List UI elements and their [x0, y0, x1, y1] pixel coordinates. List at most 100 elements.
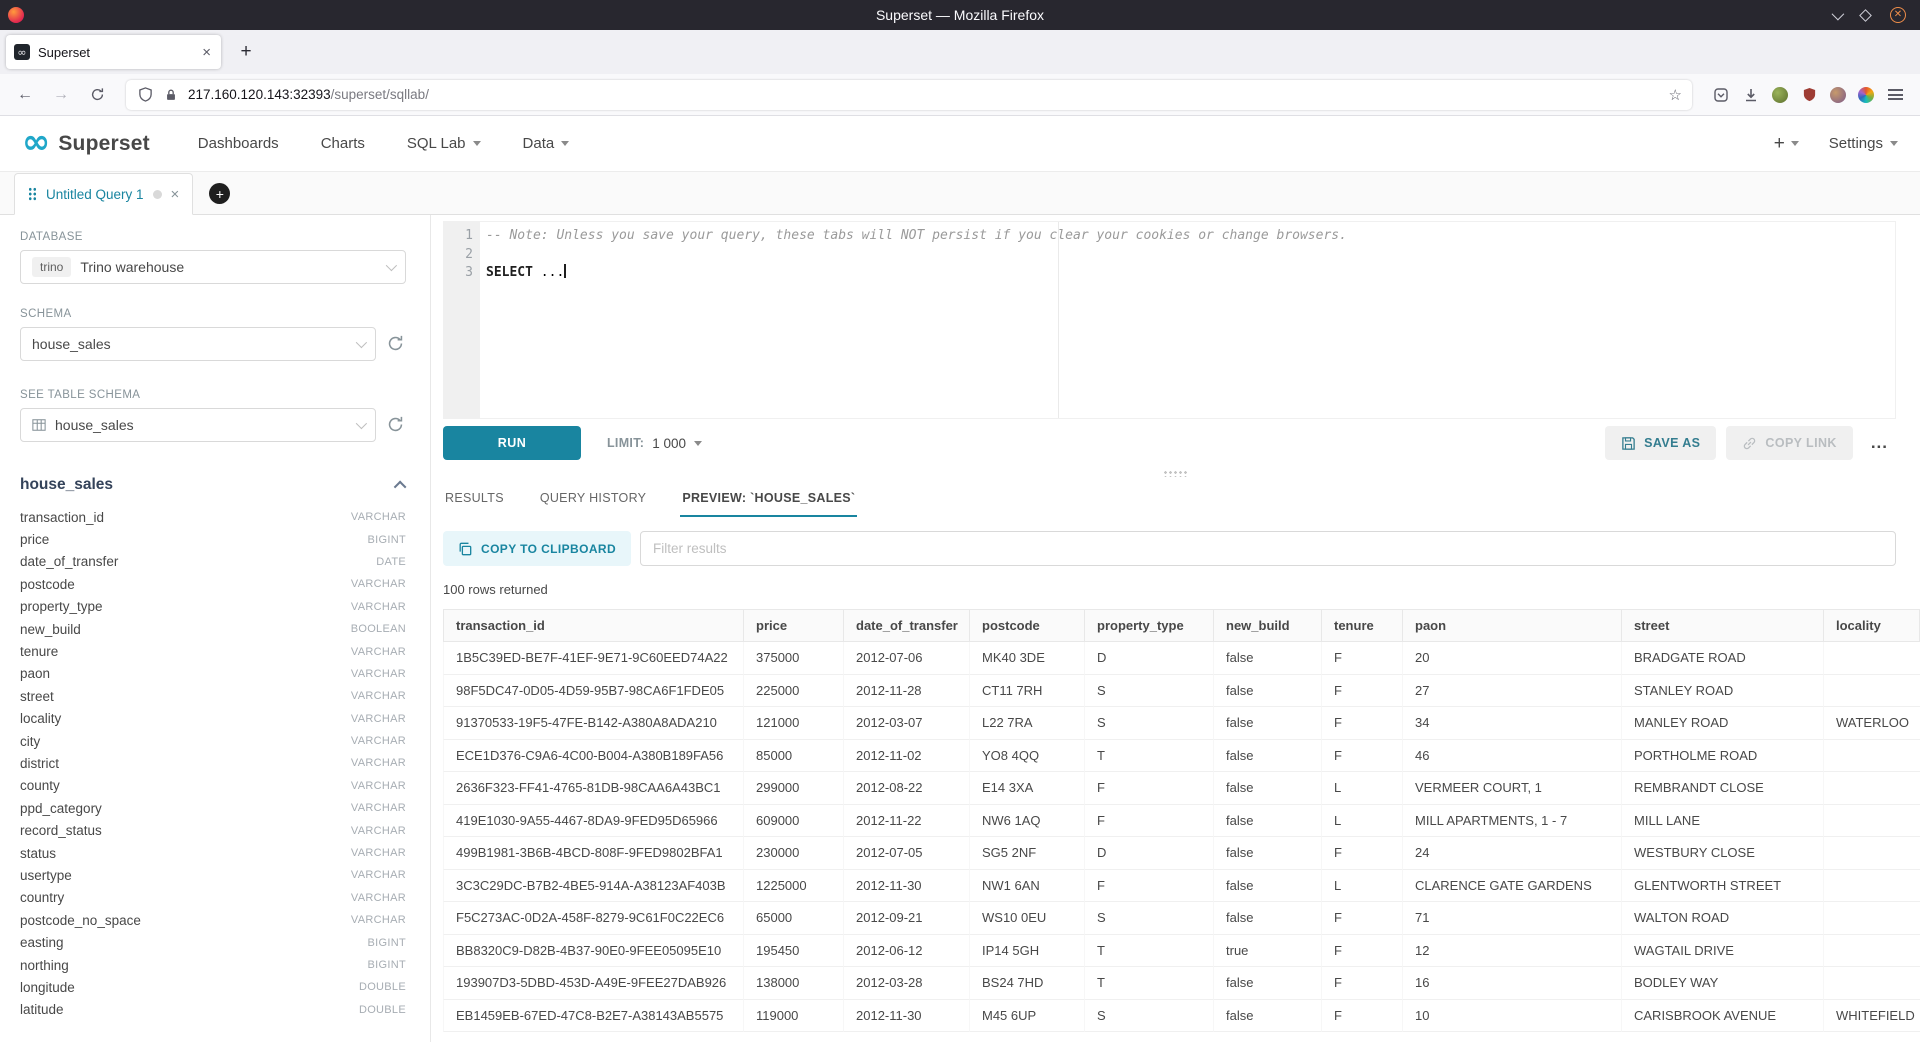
table-row: 419E1030-9A55-4467-8DA9-9FED95D65966 609… [443, 805, 1920, 838]
filter-results-input[interactable] [640, 531, 1896, 566]
profile-icon[interactable] [1830, 87, 1846, 103]
table-header-cell[interactable]: tenure [1321, 609, 1402, 642]
window-maximize-icon[interactable] [1859, 9, 1872, 22]
sql-editor[interactable]: 1 2 3 -- Note: Unless you save your quer… [443, 221, 1896, 419]
cell-transaction-id: 91370533-19F5-47FE-B142-A380A8ADA210 [443, 707, 743, 740]
column-type: VARCHAR [351, 892, 406, 904]
tab-query-history[interactable]: QUERY HISTORY [538, 482, 648, 517]
url-bar[interactable]: 217.160.120.143:32393/superset/sqllab/ ☆ [126, 80, 1692, 110]
table-header-cell[interactable]: paon [1402, 609, 1621, 642]
results-body: 1B5C39ED-BE7F-41EF-9E71-9C60EED74A22 375… [443, 642, 1920, 1032]
nav-data[interactable]: Data [523, 135, 570, 152]
url-text[interactable]: 217.160.120.143:32393/superset/sqllab/ [188, 87, 1661, 102]
cell-locality [1823, 902, 1920, 935]
cell-date-of-transfer: 2012-07-05 [843, 837, 969, 870]
lock-icon[interactable] [162, 86, 180, 104]
cell-street: WESTBURY CLOSE [1621, 837, 1823, 870]
table-schema-header[interactable]: house_sales [20, 476, 406, 494]
column-type: BIGINT [368, 959, 406, 971]
window-minimize-icon[interactable] [1832, 7, 1845, 20]
cell-transaction-id: 98F5DC47-0D05-4D59-95B7-98CA6F1FDE05 [443, 675, 743, 708]
cell-tenure: F [1321, 642, 1402, 675]
bookmark-star-icon[interactable]: ☆ [1669, 86, 1682, 104]
table-header-cell[interactable]: price [743, 609, 843, 642]
cell-new-build: false [1213, 805, 1321, 838]
extension-colorful-icon[interactable] [1858, 87, 1874, 103]
menu-icon[interactable] [1886, 86, 1904, 104]
nav-charts[interactable]: Charts [321, 135, 365, 152]
cell-locality [1823, 740, 1920, 773]
limit-dropdown[interactable]: LIMIT: 1 000 [607, 436, 702, 451]
back-icon[interactable]: ← [10, 80, 40, 110]
cell-tenure: F [1321, 837, 1402, 870]
cell-street: REMBRANDT CLOSE [1621, 772, 1823, 805]
add-query-tab-button[interactable]: + [209, 183, 230, 204]
refresh-schema-icon[interactable] [386, 334, 406, 354]
browser-navbar: ← → 217.160.120.143:32393/superset/sqlla… [0, 74, 1920, 116]
save-as-button[interactable]: SAVE AS [1605, 426, 1716, 460]
drag-handle-icon[interactable] [28, 187, 37, 201]
query-tab-close-icon[interactable]: × [171, 186, 180, 203]
database-select[interactable]: trino Trino warehouse [20, 250, 406, 284]
table-header-cell[interactable]: postcode [969, 609, 1084, 642]
column-name: new_build [20, 622, 81, 637]
rows-returned-text: 100 rows returned [443, 582, 1920, 597]
cell-postcode: SG5 2NF [969, 837, 1084, 870]
extension-icon[interactable] [1772, 87, 1788, 103]
table-header-cell[interactable]: property_type [1084, 609, 1213, 642]
ublock-shield-icon[interactable] [1800, 86, 1818, 104]
nav-dashboards[interactable]: Dashboards [198, 135, 279, 152]
pocket-icon[interactable] [1712, 86, 1730, 104]
cell-new-build: false [1213, 1000, 1321, 1033]
cell-paon: 34 [1402, 707, 1621, 740]
schema-column-row: status VARCHAR [20, 842, 406, 864]
column-type: DOUBLE [359, 1004, 406, 1016]
shield-icon[interactable] [136, 86, 154, 104]
table-header-cell[interactable]: transaction_id [443, 609, 743, 642]
column-name: county [20, 778, 60, 793]
tab-preview-house-sales[interactable]: PREVIEW: `HOUSE_SALES` [680, 482, 857, 517]
collapse-chevron-icon[interactable] [394, 480, 407, 493]
cell-price: 138000 [743, 967, 843, 1000]
editor-code-area[interactable]: -- Note: Unless you save your query, the… [480, 222, 1895, 418]
downloads-icon[interactable] [1742, 86, 1760, 104]
copy-to-clipboard-button[interactable]: COPY TO CLIPBOARD [443, 531, 631, 566]
forward-icon[interactable]: → [46, 80, 76, 110]
cell-date-of-transfer: 2012-11-28 [843, 675, 969, 708]
cell-street: BODLEY WAY [1621, 967, 1823, 1000]
add-new-button[interactable]: + [1774, 133, 1799, 155]
cell-postcode: NW6 1AQ [969, 805, 1084, 838]
table-select[interactable]: house_sales [20, 408, 376, 442]
pane-resize-handle[interactable] [431, 467, 1920, 480]
column-name: transaction_id [20, 510, 104, 525]
table-row: 1B5C39ED-BE7F-41EF-9E71-9C60EED74A22 375… [443, 642, 1920, 675]
nav-sql-lab[interactable]: SQL Lab [407, 135, 481, 152]
cell-property-type: F [1084, 805, 1213, 838]
run-button[interactable]: RUN [443, 426, 581, 460]
schema-select[interactable]: house_sales [20, 327, 376, 361]
table-header-cell[interactable]: date_of_transfer [843, 609, 969, 642]
cell-date-of-transfer: 2012-07-06 [843, 642, 969, 675]
table-header-cell[interactable]: new_build [1213, 609, 1321, 642]
cell-tenure: F [1321, 1000, 1402, 1033]
refresh-table-icon[interactable] [386, 415, 406, 435]
column-type: VARCHAR [351, 578, 406, 590]
browser-tab[interactable]: ∞ Superset × [6, 35, 221, 69]
window-close-icon[interactable]: ✕ [1890, 7, 1906, 23]
table-header-cell[interactable]: locality [1823, 609, 1920, 642]
tab-close-icon[interactable]: × [200, 44, 213, 61]
tab-results[interactable]: RESULTS [443, 482, 506, 517]
cell-property-type: S [1084, 1000, 1213, 1033]
cell-locality [1823, 967, 1920, 1000]
reload-icon[interactable] [82, 80, 112, 110]
cell-tenure: F [1321, 707, 1402, 740]
more-actions-button[interactable]: ... [1863, 433, 1896, 453]
copy-link-button[interactable]: COPY LINK [1726, 426, 1852, 460]
settings-menu[interactable]: Settings [1829, 135, 1898, 152]
table-header-cell[interactable]: street [1621, 609, 1823, 642]
cell-tenure: L [1321, 805, 1402, 838]
cell-paon: 46 [1402, 740, 1621, 773]
query-tab-active[interactable]: Untitled Query 1 × [14, 173, 193, 215]
new-tab-button[interactable]: + [231, 37, 261, 67]
superset-logo[interactable]: ∞ Superset [22, 129, 150, 159]
